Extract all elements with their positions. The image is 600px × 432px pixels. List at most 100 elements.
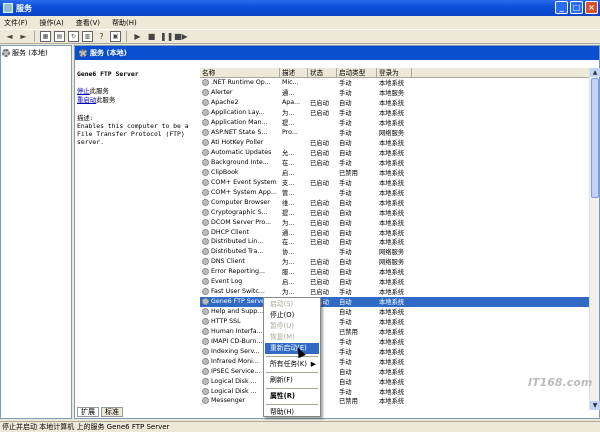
table-row[interactable]: Computer Browser 维... 已启动 自动 本地系统 bbox=[200, 197, 590, 207]
pause-service-icon[interactable]: ❚❚ bbox=[160, 31, 173, 42]
service-logon-cell: 本地系统 bbox=[379, 229, 405, 237]
table-row[interactable]: Distributed Tra... 协... 手动 网络服务 bbox=[200, 247, 590, 257]
scroll-down-arrow[interactable]: ▼ bbox=[590, 401, 600, 410]
menu-action[interactable]: 操作(A) bbox=[40, 18, 64, 28]
services-app-icon bbox=[3, 3, 13, 13]
service-name-text: IPSEC Service... bbox=[211, 367, 261, 375]
restart-service-link[interactable]: 重启动 bbox=[77, 96, 96, 104]
table-row[interactable]: Apache2 Apa... 已启动 自动 本地系统 bbox=[200, 98, 590, 108]
table-row[interactable]: DNS Client 为... 已启动 自动 网络服务 bbox=[200, 257, 590, 267]
table-row[interactable]: Background Inte... 在... 已启动 手动 本地系统 bbox=[200, 158, 590, 168]
column-header-name[interactable]: 名称 bbox=[200, 68, 280, 77]
column-header-description[interactable]: 描述 bbox=[280, 68, 308, 77]
menu-help[interactable]: 帮助(H) bbox=[112, 18, 137, 28]
stop-service-icon[interactable]: ■ bbox=[146, 31, 157, 42]
help-icon[interactable]: ? bbox=[96, 31, 107, 42]
table-row[interactable]: Human Interfa... 已禁用 本地系统 bbox=[200, 326, 590, 336]
menu-separator bbox=[266, 372, 318, 373]
selected-service-name: Gene6 FTP Server bbox=[77, 70, 139, 78]
context-menu-item[interactable]: 刷新(F) bbox=[265, 375, 319, 386]
context-menu-item[interactable]: 帮助(H) bbox=[265, 407, 319, 418]
context-menu-item-label: 启动(S) bbox=[270, 300, 294, 308]
forward-icon[interactable]: ► bbox=[18, 31, 29, 42]
scroll-up-arrow[interactable]: ▲ bbox=[590, 68, 600, 77]
service-name-cell: Distributed Lin... bbox=[200, 238, 280, 246]
table-row[interactable]: ClipBook 启... 已禁用 本地系统 bbox=[200, 167, 590, 177]
table-row[interactable]: Application Lay... 为... 已启动 手动 本地系统 bbox=[200, 108, 590, 118]
tab-extended[interactable]: 扩展 bbox=[77, 407, 99, 417]
services-list: 名称 描述 状态 启动类型 登录为 .NET Runtime Op... Mic.… bbox=[200, 68, 590, 410]
table-row[interactable]: Messenger 已禁用 本地系统 bbox=[200, 396, 590, 406]
table-row[interactable]: Cryptographic S... 提... 已启动 自动 本地系统 bbox=[200, 207, 590, 217]
mmc-icon[interactable]: ▣ bbox=[110, 31, 121, 42]
table-row[interactable]: Automatic Updates 允... 已启动 自动 本地系统 bbox=[200, 148, 590, 158]
table-row[interactable]: Ati HotKey Poller 已启动 自动 本地系统 bbox=[200, 138, 590, 148]
column-header-log-on-as[interactable]: 登录为 bbox=[377, 68, 412, 77]
service-logon-cell: 本地系统 bbox=[379, 368, 405, 376]
table-row[interactable]: DCOM Server Pro... 为... 已启动 自动 本地系统 bbox=[200, 217, 590, 227]
service-logon-cell: 本地系统 bbox=[379, 328, 405, 336]
menu-view[interactable]: 查看(V) bbox=[76, 18, 100, 28]
service-startup-cell: 手动 bbox=[339, 388, 352, 396]
service-name-cell: COM+ System App... bbox=[200, 188, 280, 196]
context-menu-item[interactable]: 重新启动(E) bbox=[265, 343, 319, 354]
table-row[interactable]: Application Man... 提... 手动 本地系统 bbox=[200, 118, 590, 128]
table-row[interactable]: Alerter 通... 手动 本地服务 bbox=[200, 88, 590, 98]
table-row[interactable]: HTTP SSL 手动 本地系统 bbox=[200, 317, 590, 327]
context-menu-item[interactable]: 停止(O) bbox=[265, 310, 319, 321]
table-row[interactable]: Infrared Moni... 手动 本地系统 bbox=[200, 356, 590, 366]
table-row[interactable]: DHCP Client 通... 已启动 自动 本地系统 bbox=[200, 227, 590, 237]
service-name-text: Gene6 FTP Server bbox=[211, 298, 268, 306]
table-row[interactable]: Error Reporting... 服... 已启动 自动 本地系统 bbox=[200, 267, 590, 277]
title-bar: 服务 _ □ × bbox=[0, 0, 600, 16]
service-startup-cell: 手动 bbox=[339, 318, 352, 326]
service-logon-cell: 本地系统 bbox=[379, 199, 405, 207]
minimize-button[interactable]: _ bbox=[555, 1, 568, 14]
pane-header-title: 服务 (本地) bbox=[90, 49, 127, 57]
start-service-icon[interactable]: ▶ bbox=[132, 31, 143, 42]
table-row[interactable]: Gene6 FTP Server已启动自动本地系统 bbox=[200, 296, 590, 307]
menu-file[interactable]: 文件(F) bbox=[4, 18, 28, 28]
vertical-scrollbar[interactable]: ▲ ▼ bbox=[589, 68, 600, 410]
tab-standard[interactable]: 标准 bbox=[101, 407, 123, 417]
table-row[interactable]: IMAPI CD-Burn... 手动 本地系统 bbox=[200, 336, 590, 346]
refresh-icon[interactable]: ↻ bbox=[68, 31, 79, 42]
service-gear-icon bbox=[202, 317, 209, 325]
table-row[interactable]: Event Log 启... 已启动 自动 本地系统 bbox=[200, 277, 590, 287]
export-list-icon[interactable]: ▥ bbox=[82, 31, 93, 42]
service-startup-cell: 自动 bbox=[339, 368, 352, 376]
table-row[interactable]: Fast User Switc... 为... 已启动 手动 本地系统 bbox=[200, 287, 590, 297]
back-icon[interactable]: ◄ bbox=[4, 31, 15, 42]
table-row[interactable]: Help and Supp... 自动 本地系统 bbox=[200, 307, 590, 317]
stop-service-link[interactable]: 停止 bbox=[77, 87, 90, 95]
show-tree-icon[interactable]: ▦ bbox=[40, 31, 51, 42]
service-status-cell: 已启动 bbox=[310, 209, 329, 217]
tree-item-services-local[interactable]: 服务 (本地) bbox=[1, 46, 71, 60]
close-button[interactable]: × bbox=[585, 1, 598, 14]
service-desc-cell: 支... bbox=[282, 179, 295, 187]
restart-service-icon[interactable]: ■▶ bbox=[174, 31, 188, 42]
service-desc-cell: 启... bbox=[282, 279, 295, 287]
table-row[interactable]: Distributed Lin... 在... 已启动 自动 本地系统 bbox=[200, 237, 590, 247]
column-header-status[interactable]: 状态 bbox=[308, 68, 337, 77]
service-logon-cell: 本地系统 bbox=[379, 189, 405, 197]
table-row[interactable]: .NET Runtime Op... Mic... 手动 本地系统 bbox=[200, 78, 590, 88]
restart-service-suffix: 此服务 bbox=[96, 96, 116, 104]
service-desc-cell: 提... bbox=[282, 120, 295, 128]
scroll-thumb[interactable] bbox=[591, 78, 599, 198]
table-row[interactable]: ASP.NET State S... Pro... 手动 网络服务 bbox=[200, 128, 590, 138]
maximize-button[interactable]: □ bbox=[570, 1, 583, 14]
table-row[interactable]: COM+ System App... 管... 手动 本地系统 bbox=[200, 187, 590, 197]
status-bar: 停止并启动 本地计算机 上的服务 Gene6 FTP Server bbox=[0, 421, 600, 432]
table-row[interactable]: COM+ Event System 支... 已启动 手动 本地系统 bbox=[200, 177, 590, 187]
properties-icon[interactable]: ▤ bbox=[54, 31, 65, 42]
context-menu-item[interactable]: 所有任务(K) ▶ bbox=[265, 359, 319, 370]
column-header-startup-type[interactable]: 启动类型 bbox=[337, 68, 377, 77]
table-row[interactable]: Indexing Serv... 手动 本地系统 bbox=[200, 346, 590, 356]
context-menu-item[interactable]: 属性(R) bbox=[265, 391, 319, 402]
service-gear-icon bbox=[202, 149, 209, 157]
gear-icon bbox=[79, 49, 87, 57]
menu-separator bbox=[266, 404, 318, 405]
table-row[interactable]: IPSEC Service... 自动 本地系统 bbox=[200, 366, 590, 376]
service-desc-cell: 启... bbox=[282, 169, 295, 177]
